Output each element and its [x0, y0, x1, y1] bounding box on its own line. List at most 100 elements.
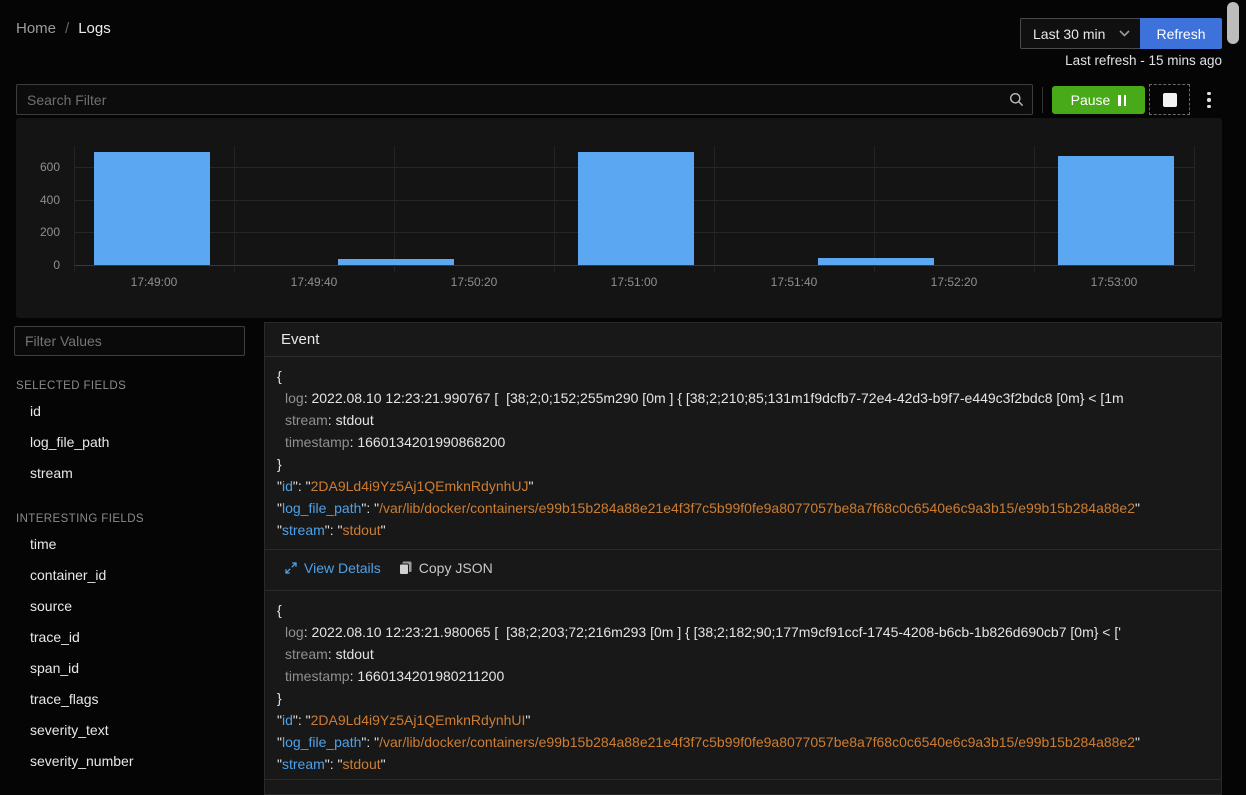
pause-button[interactable]: Pause [1052, 86, 1145, 114]
punctuation: " [528, 478, 534, 494]
stop-button[interactable] [1149, 84, 1190, 115]
json-close-brace: } [277, 690, 282, 706]
log-field-key: stream [281, 522, 325, 538]
time-range-select[interactable]: Last 30 min [1020, 18, 1140, 49]
log-body-key: stream [285, 412, 328, 428]
log-entry[interactable]: {log: 2022.08.10 12:23:21.990767 [ [38;2… [265, 357, 1221, 591]
copy-json-button[interactable]: Copy JSON [398, 560, 493, 576]
punctuation: " [1135, 500, 1140, 516]
gridline-v [74, 146, 75, 272]
log-body-key: timestamp [285, 668, 350, 684]
x-axis-tick: 17:49:00 [130, 275, 178, 289]
app-root: Home / Logs Last 30 min Refresh Last refre… [0, 0, 1246, 795]
histogram-bar[interactable] [338, 259, 454, 265]
log-entry-actions: View Details Copy JSON [265, 549, 1221, 586]
log-body-key: log [285, 624, 304, 640]
last-refresh-status: Last refresh - 15 mins ago [1065, 53, 1222, 68]
view-details-button[interactable]: View Details [285, 560, 381, 576]
sidebar-field-source[interactable]: source [14, 591, 245, 622]
log-field-value: stdout [342, 522, 381, 538]
log-field-key: log_file_path [281, 500, 362, 516]
gridline-v [554, 146, 555, 272]
expand-icon [285, 562, 297, 574]
x-axis-tick: 17:50:20 [450, 275, 498, 289]
x-axis-tick: 17:49:40 [290, 275, 338, 289]
sidebar-field-trace_id[interactable]: trace_id [14, 622, 245, 653]
x-axis-tick: 17:51:40 [770, 275, 818, 289]
histogram-bar[interactable] [1058, 155, 1174, 265]
sidebar-field-id[interactable]: id [14, 396, 245, 427]
log-field-key: stream [281, 756, 325, 772]
y-axis-labels: 0 200 400 600 [16, 118, 64, 272]
log-entry[interactable]: {log: 2022.08.10 12:23:21.980065 [ [38;2… [265, 591, 1221, 780]
chart-plot: 17:49:00 17:49:40 17:50:20 17:51:00 17:51:40… [74, 118, 1195, 289]
pause-icon [1118, 94, 1127, 106]
log-body-line: timestamp: 1660134201990868200 [265, 431, 1221, 453]
json-close-brace: } [277, 456, 282, 472]
event-panel: Event {log: 2022.08.10 12:23:21.990767 [… [264, 322, 1222, 795]
copy-json-label: Copy JSON [418, 560, 493, 576]
copy-icon [398, 561, 412, 575]
gridline-h [74, 265, 1194, 266]
log-field-key: id [281, 478, 293, 494]
sidebar-field-stream[interactable]: stream [14, 458, 245, 489]
log-body-value: 2022.08.10 12:23:21.980065 [ [38;2;203;7… [311, 624, 1121, 640]
sidebar-field-container_id[interactable]: container_id [14, 560, 245, 591]
log-body-line: log: 2022.08.10 12:23:21.990767 [ [38;2;… [265, 387, 1221, 409]
y-axis-tick: 400 [39, 192, 60, 207]
gridline-v [394, 146, 395, 272]
log-field-line: " log_file_path": "/var/lib/docker/contai… [265, 731, 1221, 753]
stop-icon [1162, 92, 1177, 107]
histogram-bar[interactable] [94, 152, 210, 265]
histogram-bar[interactable] [818, 258, 934, 265]
y-axis-tick: 0 [53, 258, 60, 272]
log-field-line: "stream": "stdout" [265, 753, 1221, 775]
search-button[interactable] [1000, 84, 1033, 115]
log-field-line: "id": "2DA9Ld4i9Yz5Aj1QEmknRdynhUI" [265, 709, 1221, 731]
sidebar-field-trace_flags[interactable]: trace_flags [14, 684, 245, 715]
refresh-button[interactable]: Refresh [1140, 18, 1222, 49]
sidebar-field-severity_text[interactable]: severity_text [14, 715, 245, 746]
x-axis-tick: 17:53:00 [1090, 275, 1138, 289]
logs-histogram-panel: 0 200 400 600 17:49:00 17:49:40 17:50:20 17:51… [16, 118, 1222, 318]
log-field-value: /var/lib/docker/containers/e99b15b284a88… [379, 500, 1135, 516]
log-body-line: log: 2022.08.10 12:23:21.980065 [ [38;2;… [265, 621, 1221, 643]
log-field-line: " log_file_path": "/var/lib/docker/contai… [265, 497, 1221, 519]
histogram-bar[interactable] [578, 152, 694, 265]
sidebar-field-time[interactable]: time [14, 529, 245, 560]
breadcrumb-home-link[interactable]: Home [16, 20, 56, 37]
search-input[interactable] [16, 84, 1001, 115]
punctuation: " [380, 522, 386, 538]
punctuation: ": " [292, 478, 311, 494]
punctuation: ": " [361, 734, 380, 750]
filter-values-input[interactable] [14, 326, 245, 356]
sidebar-field-span_id[interactable]: span_id [14, 653, 245, 684]
log-field-line: "stream": "stdout" [265, 519, 1221, 541]
x-axis-tick: 17:52:20 [930, 275, 978, 289]
sidebar-field-severity_number[interactable]: severity_number [14, 746, 245, 777]
search-icon [1009, 93, 1023, 107]
sidebar-field-log_file_path[interactable]: log_file_path [14, 427, 245, 458]
y-axis-tick: 200 [39, 225, 60, 240]
log-field-line: "id": "2DA9Ld4i9Yz5Aj1QEmknRdynhUJ" [265, 475, 1221, 497]
log-field-key: log_file_path [281, 734, 362, 750]
punctuation: ": " [324, 522, 343, 538]
log-body-line: timestamp: 1660134201980211200 [265, 665, 1221, 687]
punctuation: ": " [292, 712, 311, 728]
chevron-down-icon [1119, 30, 1130, 37]
kebab-menu-button[interactable] [1198, 86, 1220, 114]
time-range-value: Last 30 min [1033, 25, 1106, 42]
punctuation: ": " [324, 756, 343, 772]
breadcrumb: Home / Logs [16, 20, 111, 37]
log-field-value: 2DA9Ld4i9Yz5Aj1QEmknRdynhUI [310, 712, 526, 728]
fields-sidebar: SELECTED FIELDS idlog_file_pathstream INTE… [14, 322, 245, 795]
event-list: {log: 2022.08.10 12:23:21.990767 [ [38;2… [265, 357, 1221, 780]
log-body-line: stream: stdout [265, 409, 1221, 431]
punctuation: : [327, 646, 336, 662]
punctuation: " [1135, 734, 1140, 750]
gridline-v [874, 146, 875, 272]
log-field-key: id [281, 712, 293, 728]
scrollbar-thumb[interactable] [1227, 2, 1239, 44]
log-body-value: 1660134201980211200 [357, 668, 505, 684]
punctuation: : [327, 412, 336, 428]
